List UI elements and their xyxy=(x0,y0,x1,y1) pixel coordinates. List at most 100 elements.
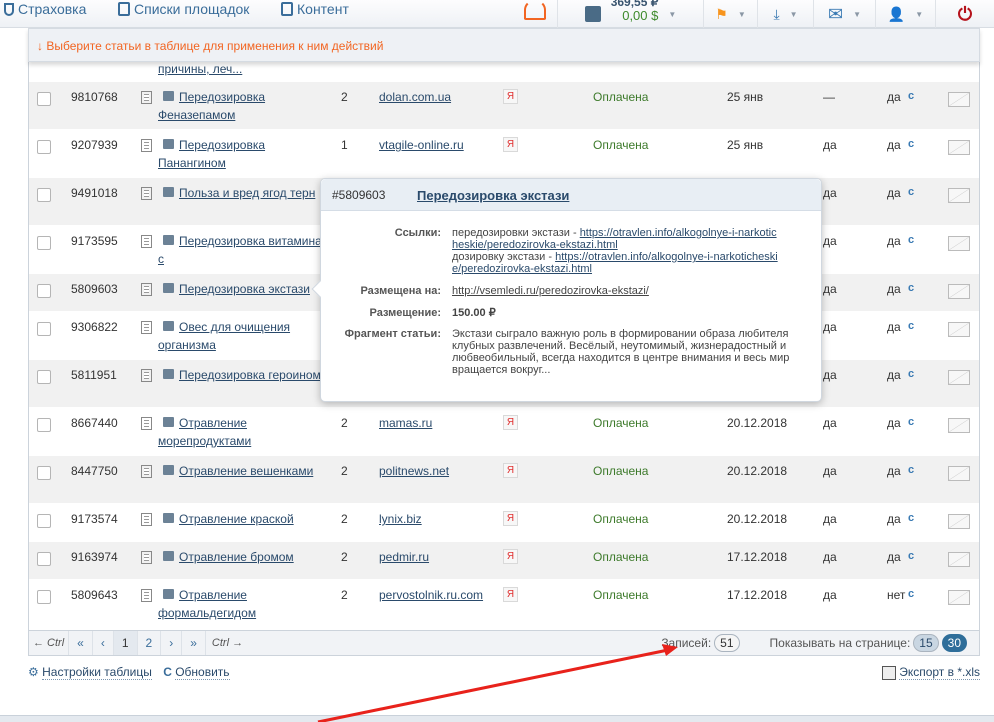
row-checkbox[interactable] xyxy=(37,466,51,480)
popup-article-title[interactable]: Передозировка экстази xyxy=(417,188,569,203)
links-count: 2 xyxy=(341,512,348,526)
envelope-icon[interactable] xyxy=(948,236,970,251)
nav-insurance[interactable]: Страховка xyxy=(4,0,86,18)
recheck-icon[interactable]: c xyxy=(908,512,914,524)
recheck-icon[interactable]: c xyxy=(908,320,914,332)
article-title-link[interactable]: Отравление краской xyxy=(158,510,330,528)
balance-menu[interactable]: 369,55 ₽ 0,00 $ ▼ xyxy=(557,0,703,28)
envelope-icon[interactable] xyxy=(948,552,970,567)
first-page-button[interactable]: « xyxy=(69,631,93,655)
recheck-icon[interactable]: c xyxy=(908,234,914,246)
document-icon[interactable] xyxy=(141,187,152,200)
document-icon[interactable] xyxy=(141,513,152,526)
recheck-icon[interactable]: c xyxy=(908,282,914,294)
logout-button[interactable]: ⏻ xyxy=(935,0,994,28)
messages-menu[interactable]: ✉ ▼ xyxy=(813,0,875,28)
article-title-link[interactable]: Передозировка Панангином xyxy=(158,136,330,172)
user-menu[interactable]: 👤 ▼ xyxy=(875,0,935,28)
envelope-icon[interactable] xyxy=(948,322,970,337)
site-link[interactable]: mamas.ru xyxy=(379,416,432,430)
site-link[interactable]: dolan.com.ua xyxy=(379,90,451,104)
recheck-icon[interactable]: c xyxy=(908,186,914,198)
site-link[interactable]: politnews.net xyxy=(379,464,449,478)
row-checkbox[interactable] xyxy=(37,590,51,604)
document-icon[interactable] xyxy=(141,417,152,430)
envelope-icon[interactable] xyxy=(948,284,970,299)
document-icon[interactable] xyxy=(141,321,152,334)
last-page-button[interactable]: » xyxy=(182,631,206,655)
row-checkbox[interactable] xyxy=(37,188,51,202)
row-checkbox[interactable] xyxy=(37,322,51,336)
next-page-button[interactable]: › xyxy=(161,631,183,655)
article-title-link[interactable]: Передозировка экстази xyxy=(158,280,330,298)
envelope-icon[interactable] xyxy=(948,466,970,481)
row-checkbox[interactable] xyxy=(37,92,51,106)
recheck-icon[interactable]: c xyxy=(908,550,914,562)
nav-site-lists[interactable]: Списки площадок xyxy=(118,0,249,18)
recheck-icon[interactable]: c xyxy=(908,588,914,600)
article-title-link[interactable]: Отравление морепродуктами xyxy=(158,414,330,450)
article-title-link[interactable]: Отравление бромом xyxy=(158,548,330,566)
article-title-link[interactable]: причины, леч... xyxy=(158,62,242,76)
document-icon[interactable] xyxy=(141,551,152,564)
page-1-button[interactable]: 1 xyxy=(113,631,138,655)
recheck-icon[interactable]: c xyxy=(908,90,914,102)
shield-icon xyxy=(4,2,14,16)
site-link[interactable]: pedmir.ru xyxy=(379,550,429,564)
envelope-icon[interactable] xyxy=(948,140,970,155)
links-count: 1 xyxy=(341,138,348,152)
envelope-icon[interactable] xyxy=(948,514,970,529)
article-title-link[interactable]: Отравление формальдегидом xyxy=(158,586,330,622)
article-title-link[interactable]: Передозировка витамина с xyxy=(158,232,330,268)
row-checkbox[interactable] xyxy=(37,370,51,384)
recheck-icon[interactable]: c xyxy=(908,368,914,380)
row-checkbox[interactable] xyxy=(37,514,51,528)
page-2-button[interactable]: 2 xyxy=(138,631,162,655)
row-checkbox[interactable] xyxy=(37,236,51,250)
envelope-icon[interactable] xyxy=(948,418,970,433)
recheck-icon[interactable]: c xyxy=(908,416,914,428)
recheck-icon[interactable]: c xyxy=(908,464,914,476)
user-icon: 👤 xyxy=(887,5,906,22)
document-icon[interactable] xyxy=(141,589,152,602)
prev-page-button[interactable]: ‹ xyxy=(93,631,114,655)
document-icon[interactable] xyxy=(141,91,152,104)
refresh-link[interactable]: Обновить xyxy=(175,665,230,680)
document-icon[interactable] xyxy=(141,235,152,248)
site-link[interactable]: pervostolnik.ru.com xyxy=(379,588,483,602)
envelope-icon[interactable] xyxy=(948,188,970,203)
envelope-icon[interactable] xyxy=(948,92,970,107)
nav-content[interactable]: Контент xyxy=(281,0,349,18)
placed-url[interactable]: http://vsemledi.ru/peredozirovka-ekstazi… xyxy=(452,285,782,297)
document-icon[interactable] xyxy=(141,139,152,152)
download-menu[interactable]: ⤓ ▼ xyxy=(757,0,813,28)
price-label: Размещение: xyxy=(369,307,441,319)
row-checkbox[interactable] xyxy=(37,552,51,566)
site-link[interactable]: vtagile-online.ru xyxy=(379,138,464,152)
export-xls-link[interactable]: Экспорт в *.xls xyxy=(899,665,980,680)
article-title-link[interactable]: Передозировка героином xyxy=(158,366,330,384)
document-icon[interactable] xyxy=(141,465,152,478)
table-settings-link[interactable]: Настройки таблицы xyxy=(42,665,152,680)
envelope-icon[interactable] xyxy=(948,370,970,385)
envelope-icon[interactable] xyxy=(948,590,970,605)
bell-icon[interactable] xyxy=(524,0,546,20)
per-page-15[interactable]: 15 xyxy=(913,634,939,652)
row-checkbox[interactable] xyxy=(37,284,51,298)
article-title-link[interactable]: Польза и вред ягод терн xyxy=(158,184,330,202)
article-popover: #5809603 Передозировка экстази Ссылки: пе… xyxy=(311,178,822,402)
per-page-30[interactable]: 30 xyxy=(941,634,967,652)
article-title-link[interactable]: Отравление вешенками xyxy=(158,462,330,480)
document-icon[interactable] xyxy=(141,283,152,296)
row-checkbox[interactable] xyxy=(37,418,51,432)
indexed-value: да xyxy=(823,416,837,430)
article-title-link[interactable]: Овес для очищения организма xyxy=(158,318,330,354)
recheck-icon[interactable]: c xyxy=(908,138,914,150)
row-checkbox[interactable] xyxy=(37,140,51,154)
site-link[interactable]: lynix.biz xyxy=(379,512,422,526)
records-count: 51 xyxy=(714,634,740,652)
document-icon[interactable] xyxy=(141,369,152,382)
active-value: да xyxy=(887,550,901,564)
article-title-link[interactable]: Передозировка Феназепамом xyxy=(158,88,330,124)
flag-menu[interactable]: ⚑ ▼ xyxy=(703,0,757,28)
